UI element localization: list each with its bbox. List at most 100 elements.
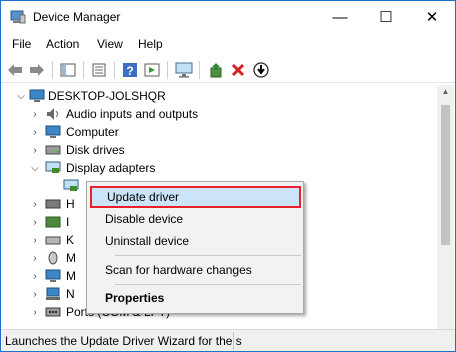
toolbar: ? (1, 57, 455, 83)
maximize-button[interactable]: ☐ (363, 1, 409, 33)
network-icon (46, 287, 60, 300)
update-driver-menu-item[interactable]: Update driver (90, 186, 301, 208)
window-title: Device Manager (33, 10, 121, 24)
download-icon (253, 62, 269, 78)
minimize-button[interactable]: — (317, 1, 363, 33)
status-divider (233, 332, 234, 350)
tree-item-label: M (66, 251, 76, 265)
tree-item-label: K (66, 233, 75, 247)
context-menu: Update driver Disable device Uninstall d… (86, 181, 304, 314)
menu-separator (115, 255, 301, 256)
tree-item-display-adapters[interactable]: ⌵ Display adapters (1, 159, 437, 177)
hid-icon (45, 199, 61, 209)
tree-item-label: N (66, 287, 75, 301)
monitor-icon (175, 62, 193, 78)
menu-item-label: Scan for hardware changes (105, 263, 252, 277)
display-adapter-icon (45, 161, 61, 173)
tree-item-label: M (66, 269, 76, 283)
forward-icon (30, 64, 44, 76)
menu-item-label: Disable device (105, 212, 184, 226)
show-hide-console-tree-button[interactable] (58, 60, 78, 80)
device-manager-window: Device Manager — ☐ ✕ File Action View He… (0, 0, 456, 352)
toolbar-separator (114, 61, 115, 79)
menu-action[interactable]: Action (46, 37, 79, 51)
tree-item-label: Audio inputs and outputs (66, 107, 199, 121)
display-adapter-icon (63, 179, 79, 191)
tree-item-label: Display adapters (66, 161, 156, 175)
disk-drive-icon (45, 145, 61, 155)
speaker-icon (47, 108, 58, 120)
ide-icon (45, 216, 61, 228)
vertical-scrollbar[interactable]: ▲ (437, 85, 454, 329)
tree-item-label: I (66, 215, 70, 229)
chevron-right-icon[interactable]: › (30, 285, 40, 303)
menu-help[interactable]: Help (138, 37, 163, 51)
status-bar: Launches the Update Driver Wizard for th… (1, 329, 455, 351)
action-pane-button[interactable] (142, 60, 162, 80)
toolbar-separator (52, 61, 53, 79)
scroll-up-icon[interactable]: ▲ (440, 87, 451, 99)
chevron-right-icon[interactable]: › (30, 267, 40, 285)
menu-item-label: Update driver (107, 190, 180, 204)
tree-item-audio[interactable]: › Audio inputs and outputs (1, 105, 437, 123)
forward-button[interactable] (27, 60, 47, 80)
port-icon (45, 307, 61, 317)
monitor-icon (45, 269, 61, 282)
monitor-button[interactable] (174, 60, 194, 80)
tree-item-label: Computer (66, 125, 119, 139)
help-icon: ? (123, 63, 137, 78)
minimize-icon: — (332, 8, 348, 26)
back-button[interactable] (5, 60, 25, 80)
toolbar-separator (83, 61, 84, 79)
chevron-right-icon[interactable]: › (30, 123, 40, 141)
menu-item-label: Properties (105, 291, 165, 305)
toolbar-separator (167, 61, 168, 79)
chevron-right-icon[interactable]: › (30, 213, 40, 231)
menu-file[interactable]: File (12, 37, 31, 51)
properties-icon (92, 63, 106, 77)
tree-item-label: H (66, 197, 75, 211)
chevron-right-icon[interactable]: › (30, 303, 40, 321)
menu-view[interactable]: View (97, 37, 123, 51)
download-button[interactable] (251, 60, 271, 80)
uninstall-button[interactable] (228, 60, 248, 80)
uninstall-icon (231, 63, 245, 77)
back-icon (8, 64, 22, 76)
menu-bar: File Action View Help (1, 35, 455, 55)
keyboard-icon (45, 236, 61, 245)
disable-device-menu-item[interactable]: Disable device (90, 208, 301, 230)
svg-text:?: ? (126, 64, 133, 78)
device-manager-icon (10, 10, 26, 24)
tree-item-label: Disk drives (66, 143, 125, 157)
update-driver-toolbar-button[interactable] (206, 60, 226, 80)
chevron-right-icon[interactable]: › (30, 249, 40, 267)
tree-root[interactable]: ⌵ DESKTOP-JOLSHQR (1, 87, 437, 105)
scan-hardware-menu-item[interactable]: Scan for hardware changes (90, 259, 301, 281)
tree-item-computer[interactable]: › Computer (1, 123, 437, 141)
help-button[interactable]: ? (120, 60, 140, 80)
menu-item-label: Uninstall device (105, 234, 190, 248)
action-pane-icon (144, 63, 160, 77)
mice-icon (48, 251, 58, 265)
chevron-right-icon[interactable]: › (30, 231, 40, 249)
status-text: Launches the Update Driver Wizard for th… (5, 334, 242, 348)
computer-icon (45, 125, 61, 138)
chevron-right-icon[interactable]: › (30, 195, 40, 213)
properties-button[interactable] (89, 60, 109, 80)
chevron-down-icon[interactable]: ⌵ (16, 87, 26, 105)
tree-item-disk-drives[interactable]: › Disk drives (1, 141, 437, 159)
show-hide-console-tree-icon (60, 63, 76, 77)
title-bar[interactable]: Device Manager — ☐ ✕ (1, 1, 455, 33)
menu-separator (115, 284, 301, 285)
chevron-right-icon[interactable]: › (30, 141, 40, 159)
uninstall-device-menu-item[interactable]: Uninstall device (90, 230, 301, 252)
close-button[interactable]: ✕ (409, 1, 455, 33)
properties-menu-item[interactable]: Properties (90, 287, 301, 309)
chevron-right-icon[interactable]: › (30, 105, 40, 123)
tree-root-label: DESKTOP-JOLSHQR (48, 89, 166, 103)
close-icon: ✕ (425, 9, 439, 26)
maximize-icon: ☐ (379, 9, 393, 26)
chevron-down-icon[interactable]: ⌵ (30, 159, 40, 177)
computer-icon (29, 89, 45, 102)
scrollbar-thumb[interactable] (441, 105, 450, 245)
